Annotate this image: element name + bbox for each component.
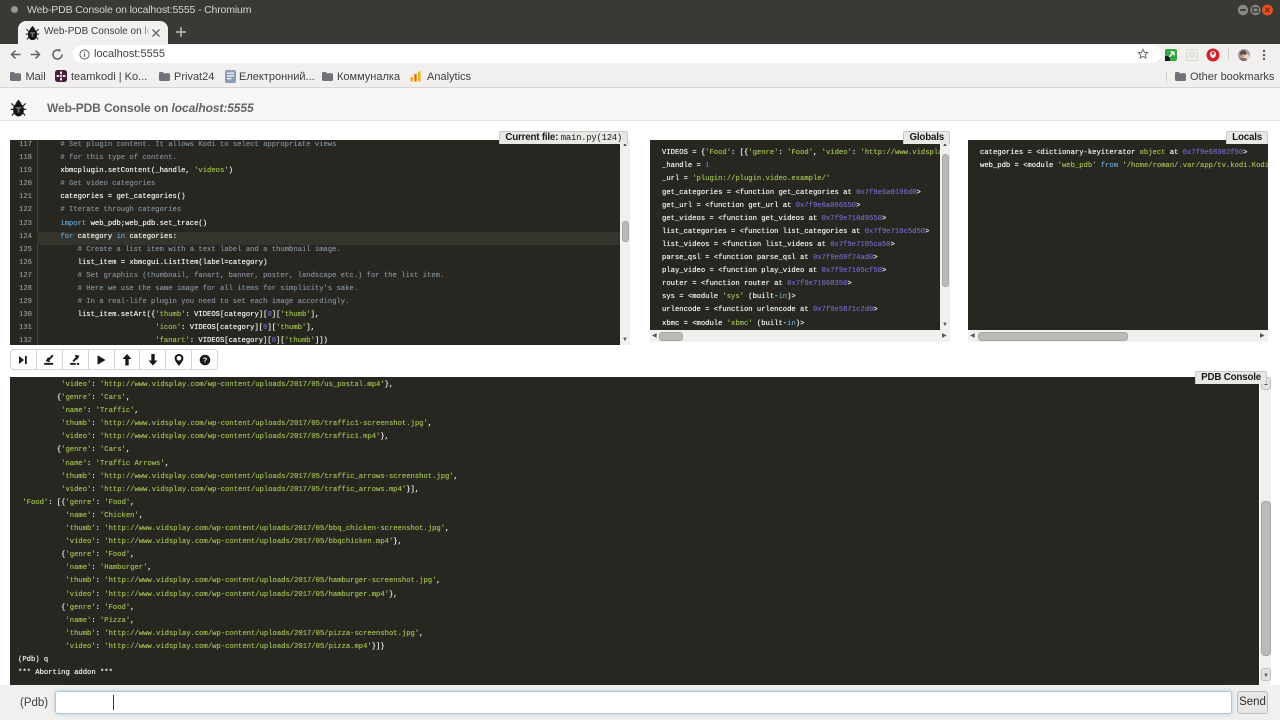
svg-text:?: ? (202, 355, 207, 364)
